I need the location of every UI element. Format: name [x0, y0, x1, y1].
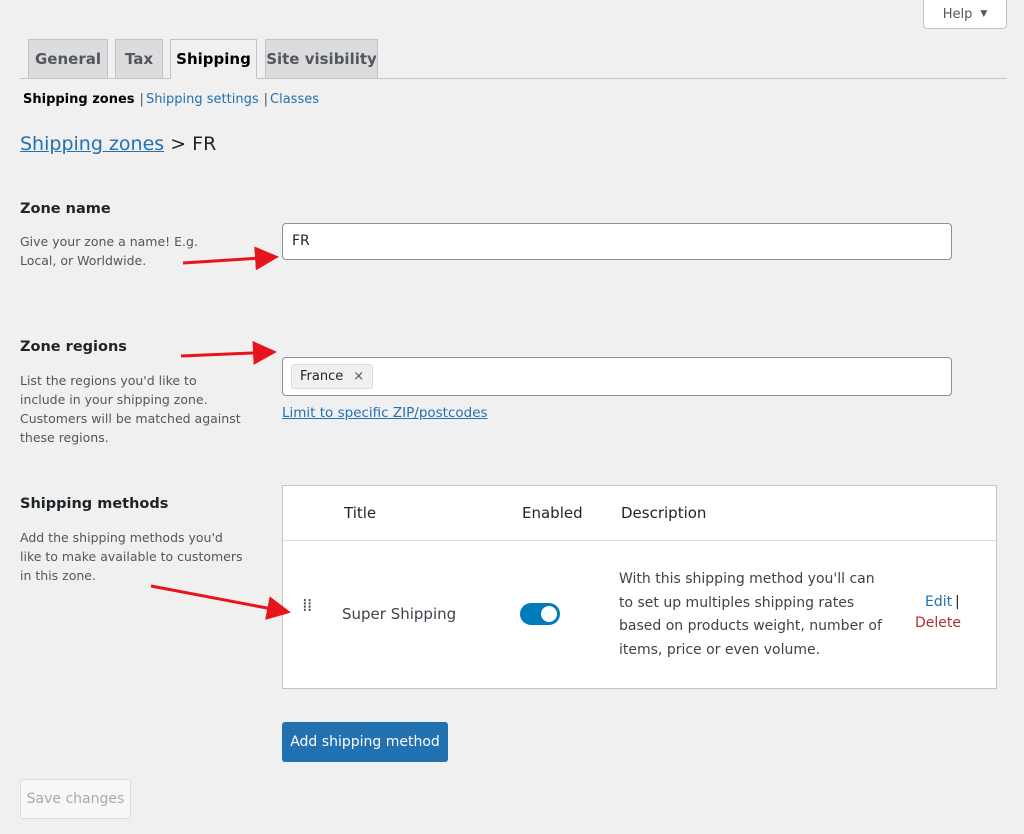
arrow-icon [150, 584, 291, 620]
arrow-icon [180, 340, 277, 365]
arrow-icon [182, 246, 279, 271]
annotation-arrows [150, 246, 291, 620]
